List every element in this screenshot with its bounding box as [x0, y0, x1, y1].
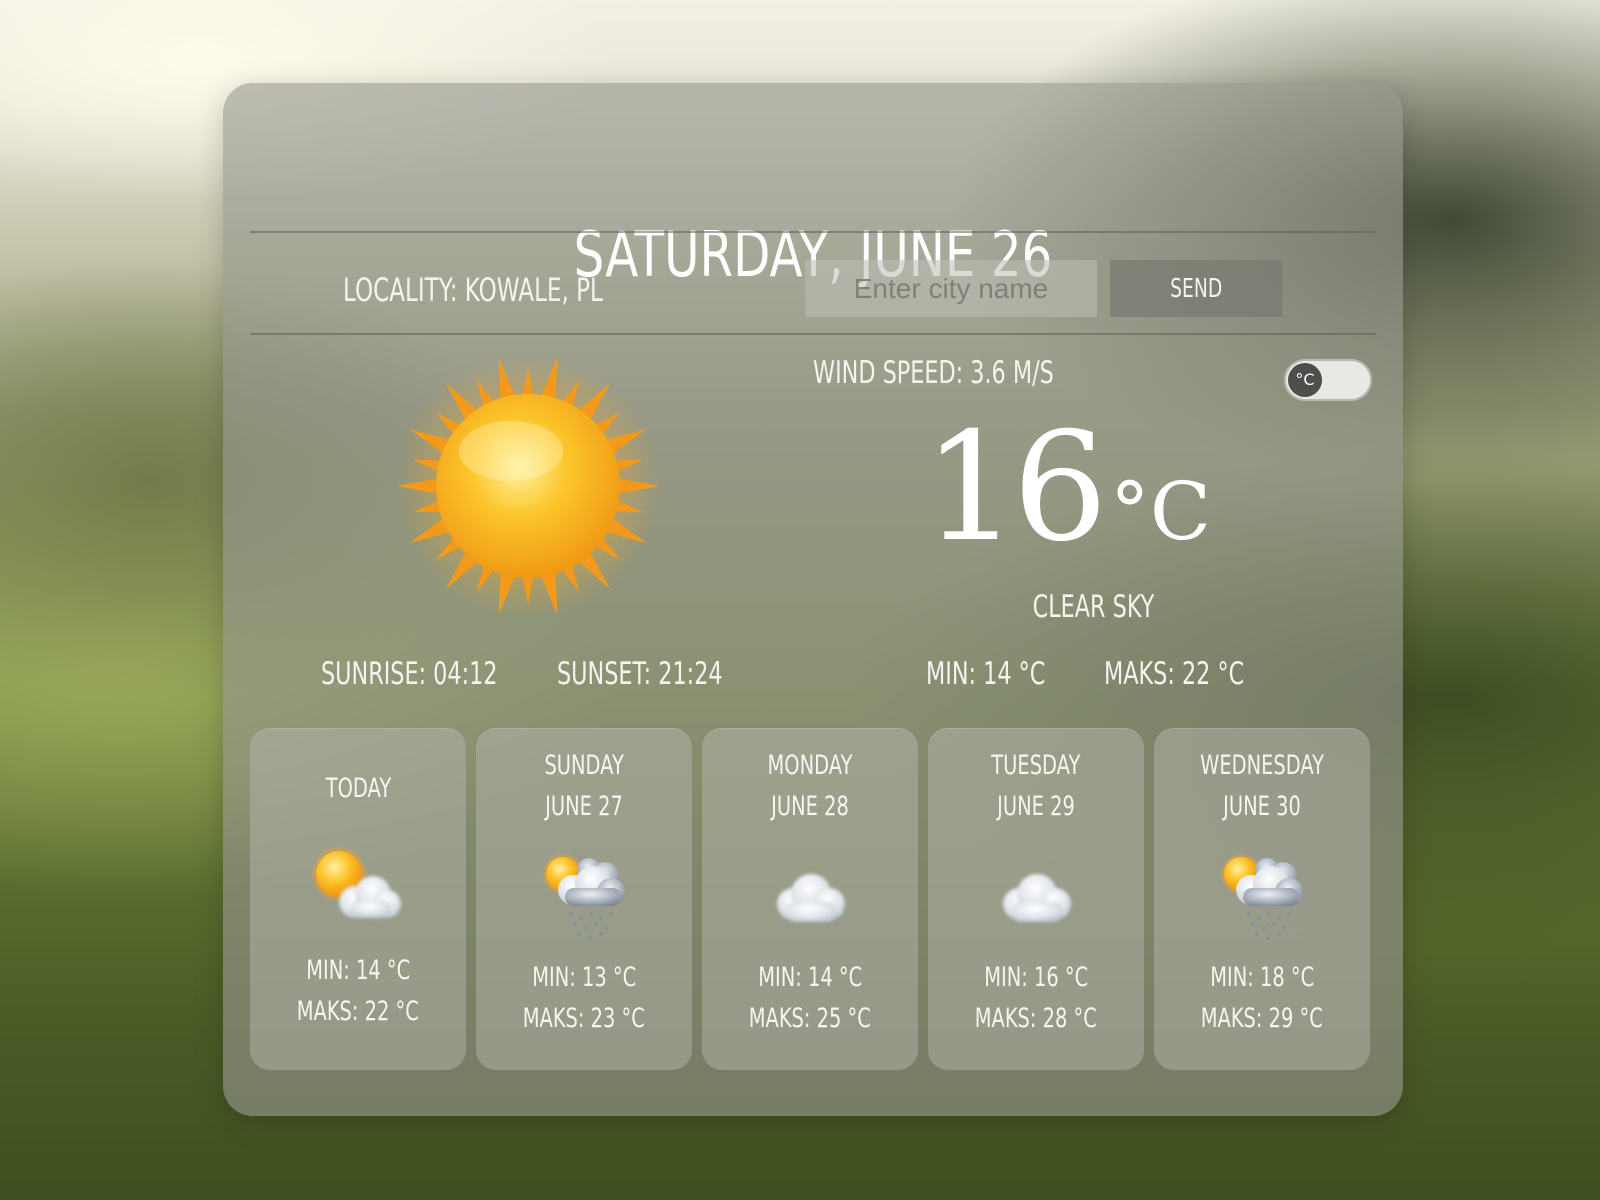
- forecast-day: MONDAY: [702, 745, 918, 787]
- city-search-input[interactable]: [805, 260, 1097, 317]
- forecast-min: MIN: 16 °C: [928, 957, 1144, 999]
- sun-cloud-rain-icon: [529, 846, 639, 946]
- forecast-list: TODAY MIN: 14 °C MAKS: 22 °C SUNDAY JUNE…: [250, 728, 1376, 1070]
- wind-speed-text: WIND SPEED: 3.6 M/S: [813, 355, 1054, 391]
- forecast-day: TODAY: [250, 768, 466, 810]
- forecast-min: MIN: 14 °C: [250, 950, 466, 992]
- min-temperature-text: MIN: 14 °C: [926, 656, 1046, 692]
- forecast-card[interactable]: TODAY MIN: 14 °C MAKS: 22 °C: [250, 728, 466, 1070]
- cloud-icon: [755, 846, 865, 946]
- divider-top: [250, 231, 1376, 233]
- forecast-max: MAKS: 28 °C: [928, 998, 1144, 1040]
- send-button[interactable]: SEND: [1110, 260, 1282, 317]
- forecast-max-text: MAKS: 28 °C: [974, 1003, 1098, 1034]
- forecast-day: SUNDAY: [476, 745, 692, 787]
- send-button-label: SEND: [1169, 273, 1223, 304]
- weather-description: CLEAR SKY: [993, 589, 1193, 625]
- forecast-date-text: JUNE 29: [997, 791, 1075, 822]
- forecast-day-text: WEDNESDAY: [1200, 750, 1324, 781]
- sun-icon: [396, 354, 660, 618]
- forecast-min: MIN: 14 °C: [702, 957, 918, 999]
- forecast-day: WEDNESDAY: [1154, 745, 1370, 787]
- temperature-value: 16: [923, 401, 1108, 575]
- current-temperature: 16 °C: [923, 401, 1211, 575]
- forecast-date-text: JUNE 30: [1223, 791, 1301, 822]
- sunset-time: SUNSET: 21:24: [557, 656, 787, 692]
- forecast-date: JUNE 28: [702, 786, 918, 828]
- forecast-max: MAKS: 23 °C: [476, 998, 692, 1040]
- partly-cloudy-icon: [303, 838, 413, 938]
- forecast-max: MAKS: 25 °C: [702, 998, 918, 1040]
- forecast-max: MAKS: 29 °C: [1154, 998, 1370, 1040]
- sun-cloud-rain-icon: [1207, 846, 1317, 946]
- forecast-min-text: MIN: 14 °C: [306, 955, 410, 986]
- locality-label: LOCALITY: KOWALE, PL: [343, 271, 704, 309]
- forecast-max-text: MAKS: 22 °C: [296, 996, 420, 1027]
- locality-text: LOCALITY: KOWALE, PL: [343, 271, 603, 309]
- forecast-day: TUESDAY: [928, 745, 1144, 787]
- forecast-max-text: MAKS: 23 °C: [522, 1003, 646, 1034]
- forecast-min-text: MIN: 16 °C: [984, 962, 1088, 993]
- forecast-card[interactable]: TUESDAY JUNE 29 MIN: 16 °C MAKS: 28 °C: [928, 728, 1144, 1070]
- min-temperature: MIN: 14 °C: [926, 656, 1092, 692]
- forecast-day-text: MONDAY: [767, 750, 853, 781]
- divider-middle: [250, 333, 1376, 335]
- unit-toggle[interactable]: °C: [1284, 359, 1372, 401]
- forecast-max: MAKS: 22 °C: [250, 991, 466, 1033]
- forecast-max-text: MAKS: 29 °C: [1200, 1003, 1324, 1034]
- forecast-date: JUNE 27: [476, 786, 692, 828]
- unit-toggle-knob: °C: [1288, 363, 1322, 397]
- forecast-day-text: SUNDAY: [544, 750, 624, 781]
- forecast-min-text: MIN: 18 °C: [1210, 962, 1314, 993]
- forecast-min: MIN: 18 °C: [1154, 957, 1370, 999]
- max-temperature-text: MAKS: 22 °C: [1104, 656, 1245, 692]
- sunrise-time: SUNRISE: 04:12: [321, 656, 566, 692]
- forecast-card[interactable]: WEDNESDAY JUNE 30 MIN: 18 °C MAKS: 29 °C: [1154, 728, 1370, 1070]
- forecast-date-text: JUNE 27: [545, 791, 623, 822]
- forecast-date: JUNE 29: [928, 786, 1144, 828]
- forecast-card[interactable]: MONDAY JUNE 28 MIN: 14 °C MAKS: 25 °C: [702, 728, 918, 1070]
- temperature-unit: °C: [1109, 465, 1212, 558]
- max-temperature: MAKS: 22 °C: [1104, 656, 1299, 692]
- wind-speed: WIND SPEED: 3.6 M/S: [813, 355, 1147, 391]
- forecast-day-text: TODAY: [325, 773, 391, 804]
- weather-card: SATURDAY, JUNE 26 LOCALITY: KOWALE, PL S…: [223, 83, 1403, 1116]
- sunrise-text: SUNRISE: 04:12: [321, 656, 498, 692]
- forecast-max-text: MAKS: 25 °C: [748, 1003, 872, 1034]
- forecast-card[interactable]: SUNDAY JUNE 27 MIN: 13 °C MAKS: 23 °C: [476, 728, 692, 1070]
- forecast-date-text: JUNE 28: [771, 791, 849, 822]
- forecast-min-text: MIN: 13 °C: [532, 962, 636, 993]
- weather-description-text: CLEAR SKY: [1032, 589, 1154, 625]
- forecast-day-text: TUESDAY: [991, 750, 1081, 781]
- forecast-date: JUNE 30: [1154, 786, 1370, 828]
- forecast-min-text: MIN: 14 °C: [758, 962, 862, 993]
- sunset-text: SUNSET: 21:24: [557, 656, 723, 692]
- forecast-min: MIN: 13 °C: [476, 957, 692, 999]
- cloud-icon: [981, 846, 1091, 946]
